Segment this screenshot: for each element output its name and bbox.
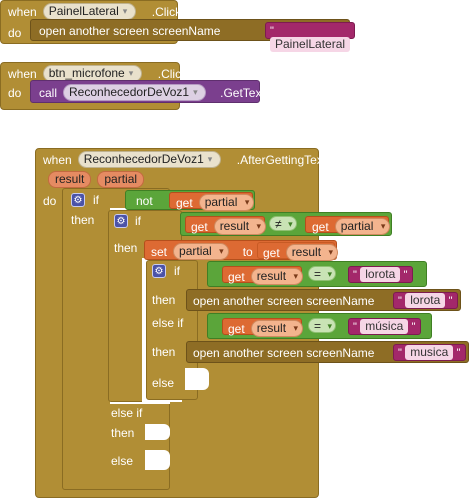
var-dropdown[interactable]: result	[213, 218, 267, 235]
mutator-gear-icon[interactable]: ⚙	[152, 264, 166, 278]
var-dropdown[interactable]: result	[285, 244, 339, 261]
component-dropdown[interactable]: ReconhecedorDeVoz1	[77, 151, 221, 168]
open-screen-label: open another screen screenName	[39, 24, 221, 38]
else-label: else	[111, 454, 134, 468]
text-value[interactable]: lorota	[360, 267, 401, 282]
open-screen-label: open another screen screenName	[193, 294, 375, 308]
empty-else-slot-inner[interactable]	[185, 368, 209, 390]
var-dropdown[interactable]: partial	[198, 194, 255, 211]
mutator-gear-icon[interactable]: ⚙	[114, 214, 128, 228]
then-label-2: then	[111, 426, 135, 440]
get-result-block[interactable]: get result	[257, 242, 339, 261]
var-dropdown[interactable]: partial	[173, 243, 229, 260]
var-dropdown[interactable]: partial	[334, 218, 391, 235]
get-result-block[interactable]: get result	[222, 318, 304, 337]
open-screen-block[interactable]: open another screen screenName " PainelL…	[30, 19, 356, 66]
text-value[interactable]: lorota	[405, 293, 446, 308]
get-label: get	[228, 269, 245, 284]
compare-eq-lorota-block[interactable]: get result = " lorota "	[207, 261, 427, 287]
get-label: get	[228, 321, 245, 336]
then-label: then	[71, 213, 95, 227]
method-name: .GetText	[220, 85, 265, 100]
var-dropdown[interactable]: result	[250, 320, 304, 337]
else-label: else	[152, 376, 175, 390]
text-block[interactable]: " lorota "	[348, 266, 413, 283]
get-label: get	[312, 219, 329, 234]
text-value[interactable]: música	[360, 319, 409, 334]
event-name: .Click	[157, 66, 188, 81]
get-label: get	[263, 245, 280, 260]
component-dropdown[interactable]: PainelLateral	[42, 3, 136, 20]
text-block[interactable]: " música "	[348, 318, 421, 335]
var-dropdown[interactable]: result	[250, 268, 304, 285]
do-label: do	[43, 194, 57, 208]
then-label-2: then	[152, 345, 176, 359]
text-block[interactable]: " musica "	[393, 344, 466, 361]
get-result-block[interactable]: get result	[222, 266, 304, 285]
when-label: when	[8, 66, 37, 81]
if-label: if	[174, 264, 180, 278]
to-label: to	[242, 244, 253, 259]
get-partial-block[interactable]: get partial	[169, 192, 255, 211]
operator-dropdown[interactable]: ≠	[269, 216, 297, 232]
get-label: get	[176, 195, 193, 210]
event-params: result partial	[48, 171, 145, 188]
when-label: when	[8, 4, 37, 19]
set-label: set	[151, 244, 168, 259]
component-dropdown[interactable]: ReconhecedorDeVoz1	[63, 84, 207, 101]
then-label: then	[114, 241, 138, 255]
compare-eq-musica-block[interactable]: get result = " música "	[207, 313, 432, 339]
get-label: get	[191, 219, 208, 234]
do-label: do	[8, 86, 22, 100]
mutator-gear-icon[interactable]: ⚙	[71, 193, 85, 207]
operator-dropdown[interactable]: =	[308, 318, 337, 334]
text-value[interactable]: musica	[405, 345, 454, 360]
event-name: .AfterGettingText	[236, 152, 327, 167]
operator-dropdown[interactable]: =	[308, 266, 337, 282]
get-result-block[interactable]: get result	[185, 216, 267, 235]
text-block[interactable]: " PainelLateral "	[265, 22, 356, 66]
do-label: do	[8, 26, 22, 40]
compare-neq-block[interactable]: get result ≠ get partial	[180, 212, 392, 236]
empty-then-slot[interactable]	[145, 424, 170, 440]
if-label: if	[135, 214, 141, 228]
event-header: when ReconhecedorDeVoz1 .AfterGettingTex…	[43, 151, 326, 168]
param-partial[interactable]: partial	[97, 171, 145, 188]
event-header: when PainelLateral .Click	[8, 3, 181, 20]
set-variable-block[interactable]: set partial to get result	[144, 240, 339, 261]
else-if-label: else if	[111, 406, 143, 420]
open-screen-musica-block[interactable]: open another screen screenName " musica …	[186, 341, 469, 363]
text-value[interactable]: PainelLateral	[270, 37, 351, 52]
get-partial-block[interactable]: get partial	[305, 216, 391, 235]
call-gettext-block[interactable]: call ReconhecedorDeVoz1 .GetText	[30, 80, 265, 103]
when-label: when	[43, 152, 72, 167]
open-screen-lorota-block[interactable]: open another screen screenName " lorota …	[186, 289, 461, 311]
then-label: then	[152, 293, 176, 307]
event-name: .Click	[151, 4, 182, 19]
not-label: not	[136, 194, 153, 208]
else-if-label: else if	[152, 316, 184, 330]
call-label: call	[39, 85, 58, 100]
if-label: if	[93, 193, 99, 207]
text-block[interactable]: " lorota "	[393, 292, 458, 309]
open-screen-label: open another screen screenName	[193, 346, 375, 360]
not-block[interactable]: not get partial	[125, 190, 255, 211]
param-result[interactable]: result	[48, 171, 92, 188]
empty-else-slot[interactable]	[145, 450, 170, 470]
